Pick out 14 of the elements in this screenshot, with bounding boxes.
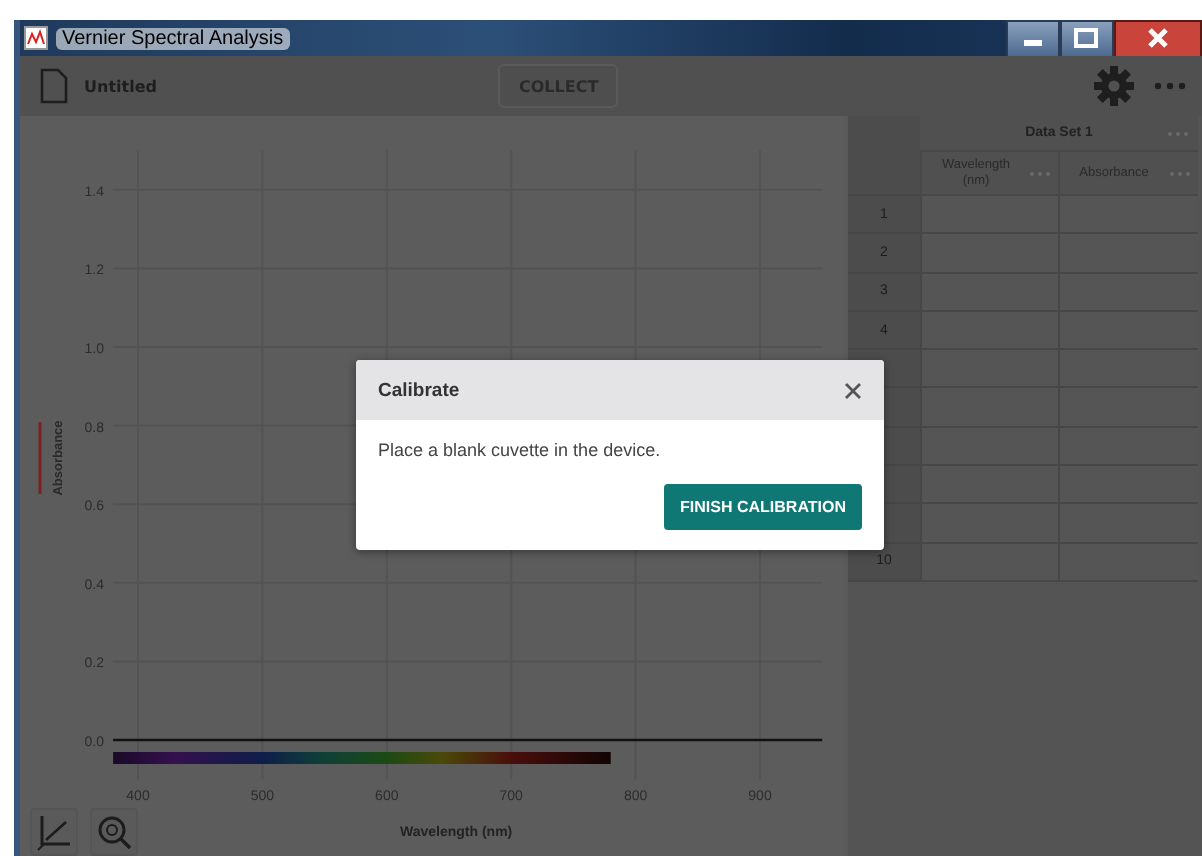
close-icon[interactable]: [844, 381, 862, 399]
maximize-button[interactable]: [1060, 20, 1114, 58]
finish-calibration-button[interactable]: FINISH CALIBRATION: [664, 484, 862, 530]
close-button[interactable]: [1114, 20, 1202, 58]
window-title: Vernier Spectral Analysis: [56, 27, 290, 49]
more-icon[interactable]: [1154, 80, 1186, 92]
zoom-icon[interactable]: [90, 808, 138, 856]
minimize-button[interactable]: [1006, 20, 1060, 58]
dialog-message: Place a blank cuvette in the device.: [378, 440, 663, 460]
dialog-title: Calibrate: [378, 379, 460, 401]
legend-line: [38, 422, 42, 494]
graph-options-icon[interactable]: [30, 808, 78, 856]
app-icon: [24, 26, 48, 50]
file-icon[interactable]: [40, 68, 68, 104]
